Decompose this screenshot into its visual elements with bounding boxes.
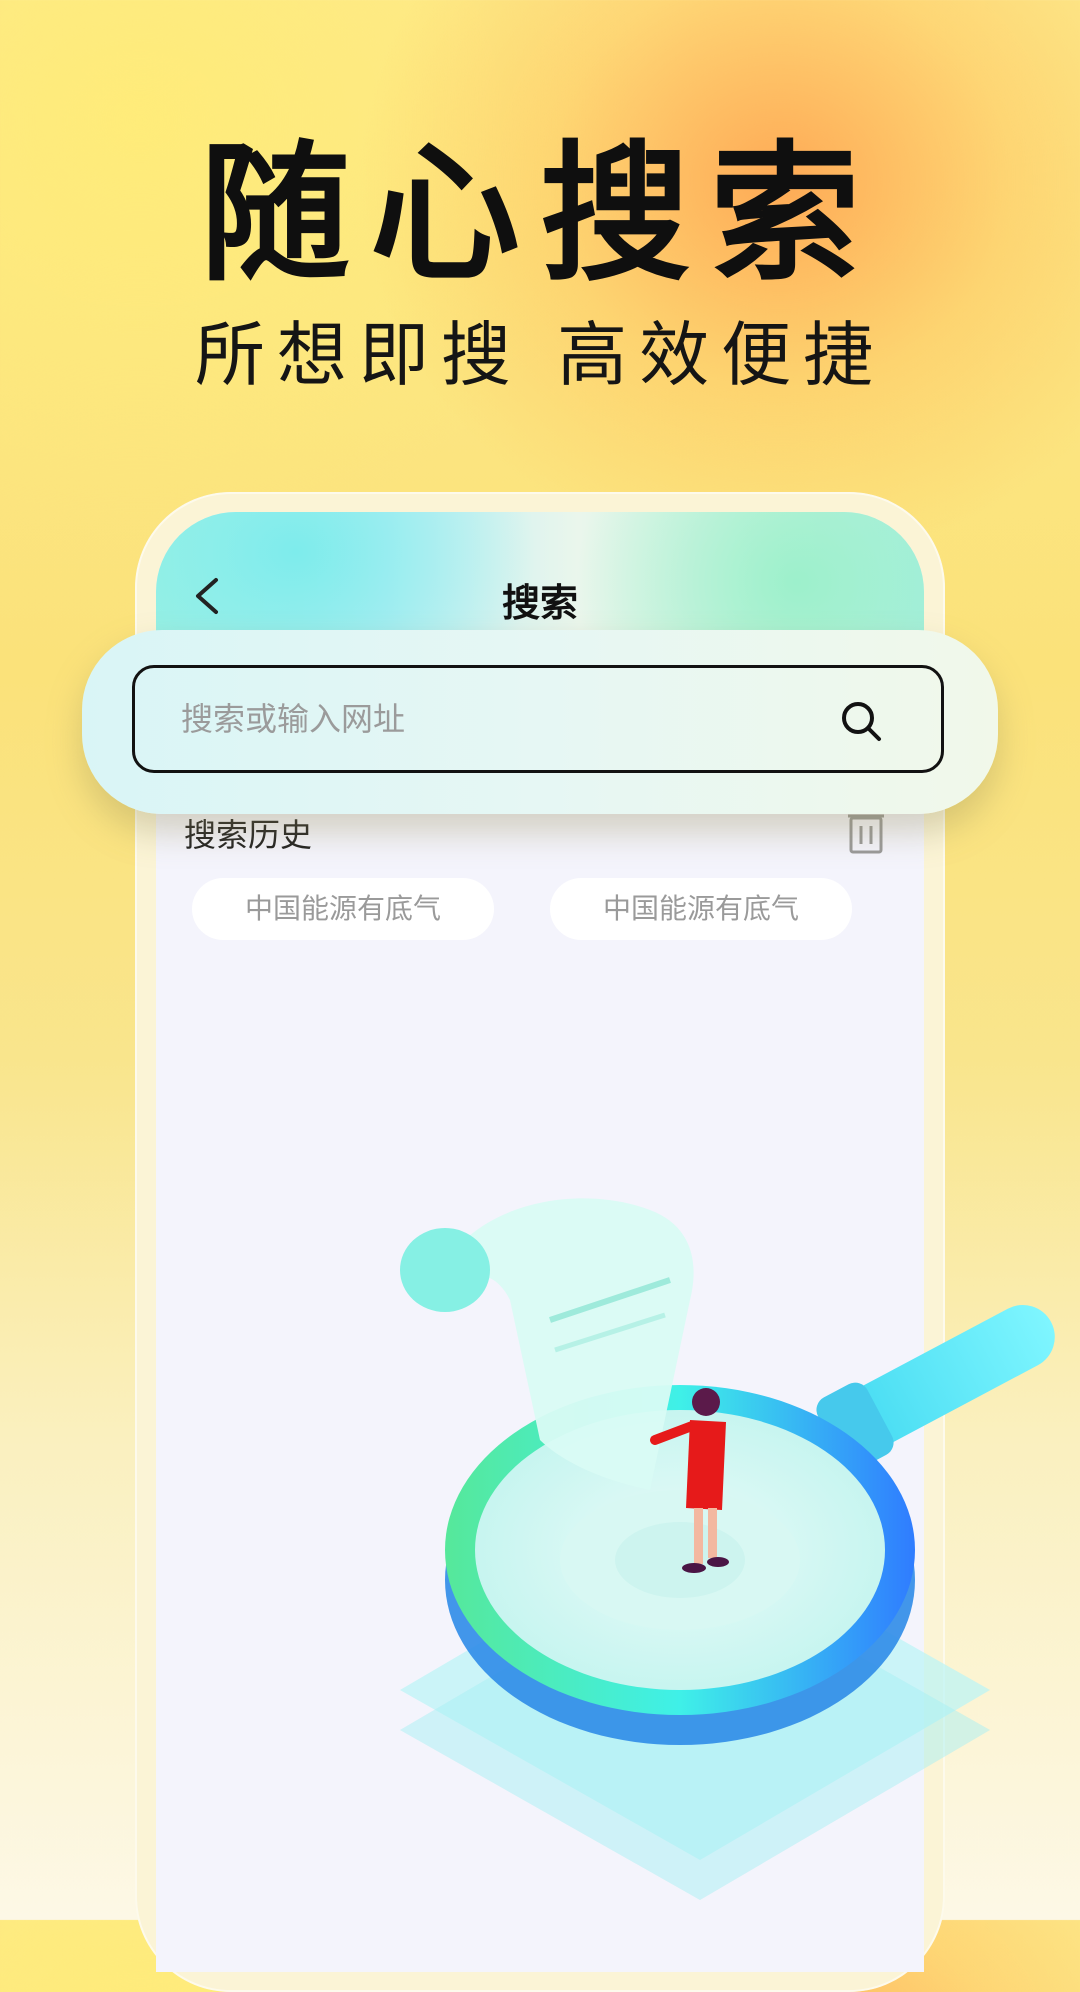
trash-icon[interactable] [848, 810, 884, 854]
promo-subline: 所想即搜 高效便捷 [194, 314, 886, 396]
magnifier-illustration [400, 1198, 1055, 1900]
search-input[interactable]: 搜索或输入网址 [132, 665, 944, 773]
screen-title: 搜索 [501, 581, 578, 625]
history-chip[interactable]: 中国能源有底气 [192, 878, 494, 940]
promo-headline: 随心搜索 [199, 128, 880, 302]
search-placeholder: 搜索或输入网址 [181, 700, 406, 738]
search-card: 搜索或输入网址 [82, 630, 998, 814]
search-history-label: 搜索历史 [184, 816, 313, 854]
history-chip[interactable]: 中国能源有底气 [550, 878, 852, 940]
search-icon[interactable] [839, 699, 883, 743]
